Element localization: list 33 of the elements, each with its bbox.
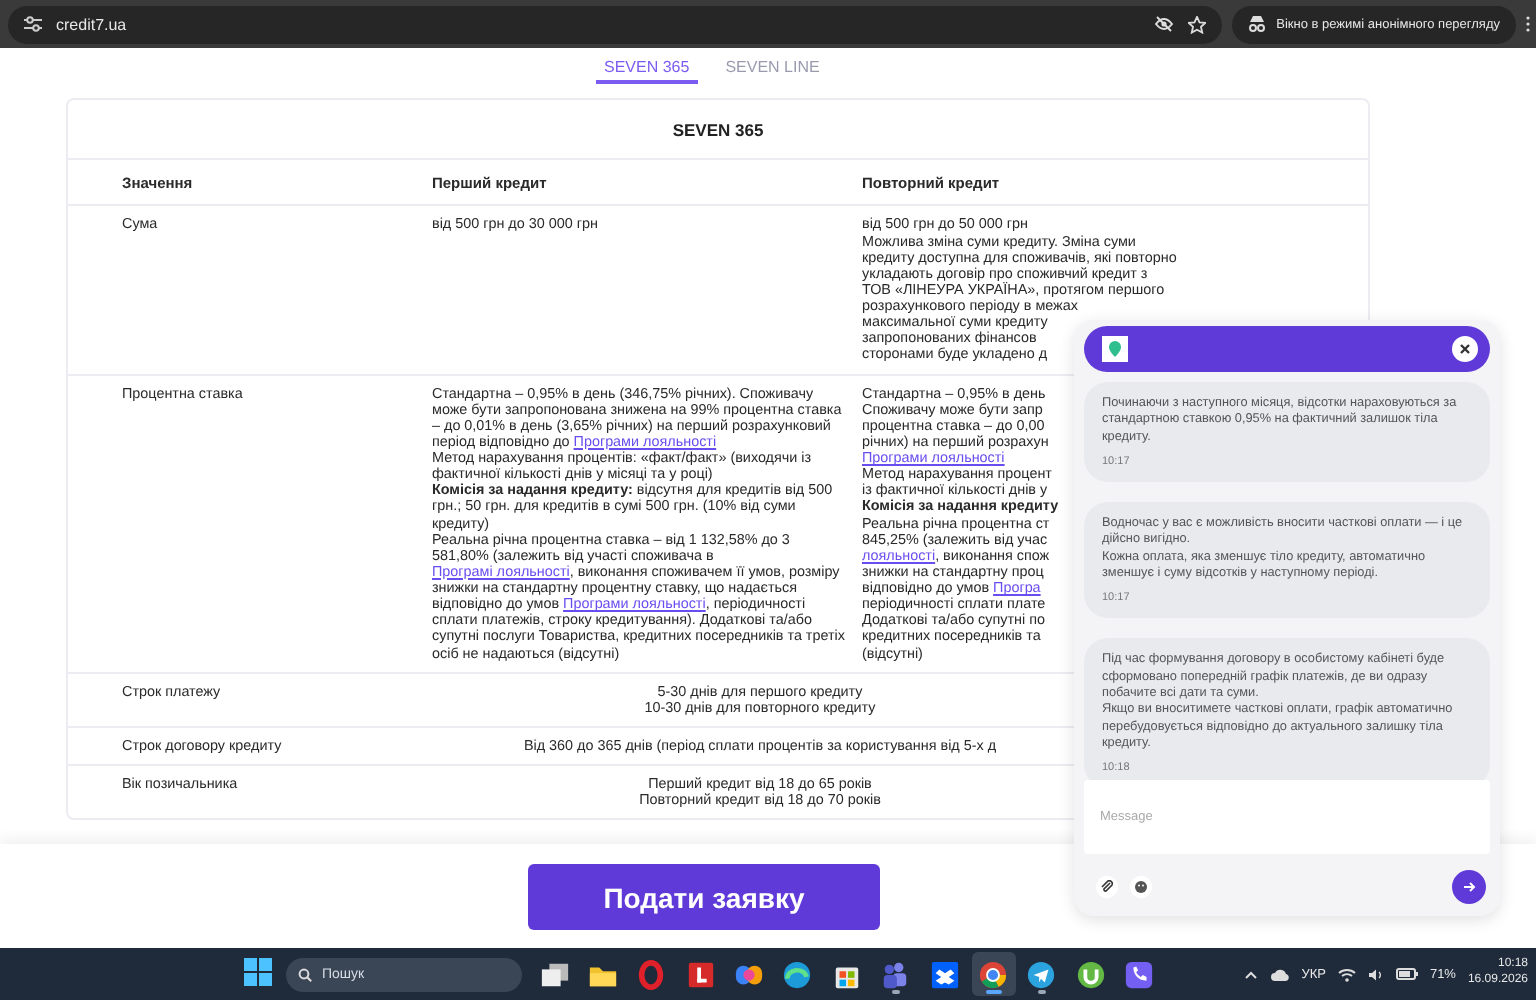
taskbar-app[interactable]	[971, 952, 1016, 996]
incognito-icon	[1248, 16, 1267, 32]
tune-icon[interactable]	[24, 16, 42, 32]
color-wheel-icon	[978, 959, 1009, 989]
tab[interactable]: SEVEN 365	[596, 48, 698, 84]
address-bar[interactable]: credit7.ua	[8, 5, 1223, 43]
star-icon[interactable]	[1188, 15, 1207, 33]
square-app-icon	[685, 959, 716, 989]
paperclip-icon[interactable]	[1096, 876, 1118, 898]
arrow-right-icon	[1462, 880, 1476, 894]
ring-icon	[636, 959, 667, 989]
phone-icon	[1124, 959, 1155, 989]
people-icon	[880, 959, 911, 989]
circle-logo-icon	[1075, 959, 1106, 989]
submit-application-button[interactable]: Подати заявку	[528, 864, 880, 930]
emoji-icon[interactable]	[1130, 876, 1152, 898]
search-icon	[298, 967, 312, 981]
speaker-icon[interactable]	[1367, 967, 1384, 981]
map-pin-logo-icon	[1102, 336, 1128, 362]
card-title: SEVEN 365	[68, 100, 1368, 160]
send-button[interactable]	[1452, 870, 1486, 904]
eye-slash-icon[interactable]	[1154, 16, 1175, 32]
chevron-up-icon[interactable]	[1243, 969, 1258, 979]
close-icon[interactable]	[1452, 336, 1478, 362]
box-icon	[929, 959, 960, 989]
task-view-icon	[539, 959, 569, 989]
start-button[interactable]	[242, 958, 274, 990]
wave-circle-icon	[782, 959, 813, 989]
wifi-icon[interactable]	[1337, 967, 1356, 981]
battery-icon[interactable]	[1395, 968, 1418, 980]
paper-plane-icon	[1026, 959, 1057, 989]
url-text: credit7.ua	[56, 15, 129, 33]
cloud-icon[interactable]	[1269, 967, 1290, 981]
